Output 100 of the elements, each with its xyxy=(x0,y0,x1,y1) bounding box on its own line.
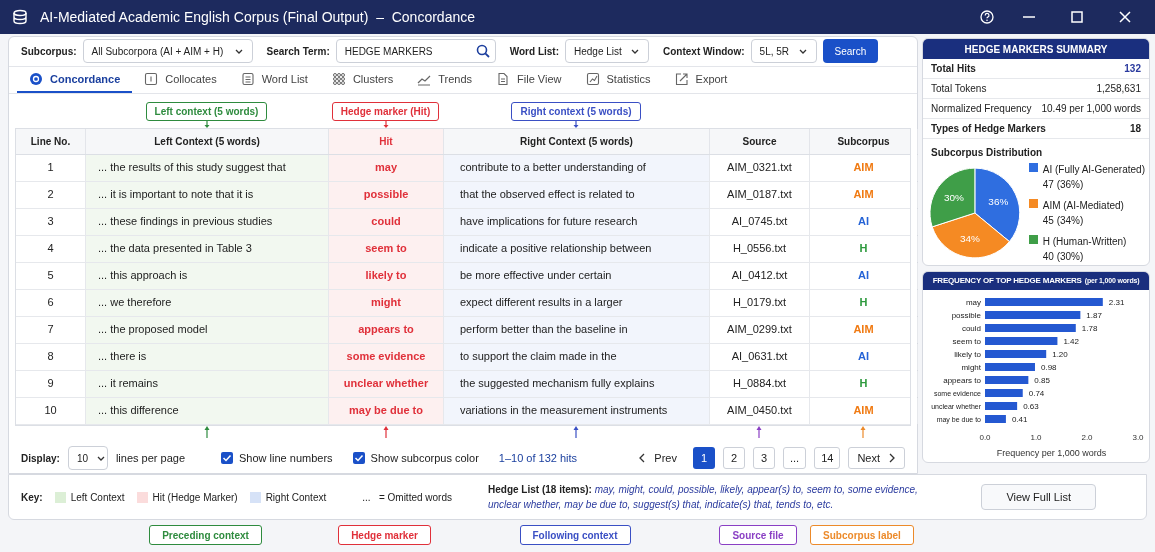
word-list-dropdown[interactable]: Hedge List xyxy=(565,39,649,64)
maximize-icon xyxy=(1070,10,1084,24)
tab[interactable]: Export xyxy=(662,67,740,93)
table-cell: may xyxy=(329,154,444,181)
table-cell: AIM_0450.txt xyxy=(710,397,810,424)
subcorpus-dropdown[interactable]: All Subcorpora (AI + AIM + H) xyxy=(82,39,253,64)
page-button[interactable]: ... xyxy=(782,447,807,470)
page-button[interactable]: 3 xyxy=(752,447,775,470)
column-header: Subcorpus xyxy=(810,128,918,154)
field-label: Search Term: xyxy=(266,44,330,59)
tab[interactable]: Trends xyxy=(405,67,485,93)
tab[interactable]: Concordance xyxy=(17,67,133,93)
stat-value: 18 xyxy=(1129,122,1141,136)
table-cell: AI_0631.txt xyxy=(710,343,810,370)
table-cell: AI_0412.txt xyxy=(710,262,810,289)
table-cell: AIM_0187.txt xyxy=(710,181,810,208)
leader-arrow xyxy=(572,120,580,128)
table-cell: ... the data presented in Table 3 xyxy=(86,235,329,262)
tab[interactable]: Statistics xyxy=(573,67,663,93)
tab[interactable]: File View xyxy=(484,67,574,93)
checkbox[interactable] xyxy=(352,452,365,465)
tick-label: 3.0 xyxy=(1132,433,1144,442)
checkbox[interactable] xyxy=(221,452,233,465)
table-cell: AIM xyxy=(810,154,918,181)
section-title: Subcorpus Distribution xyxy=(930,146,1044,160)
dropdown-suffix: lines per page xyxy=(115,451,185,467)
tick-label: 1.0 xyxy=(1030,433,1042,442)
key-label: Right Context xyxy=(265,490,327,505)
table-cell: H_0179.txt xyxy=(710,289,810,316)
stat-label: Total Tokens xyxy=(931,82,987,96)
table-cell: possible xyxy=(329,181,444,208)
slice-label: 36% xyxy=(988,196,1009,208)
help-icon xyxy=(980,10,994,24)
chart-box-icon xyxy=(585,71,600,86)
page-button[interactable]: 1 xyxy=(692,447,715,470)
axis-title: Frequency per 1,000 words xyxy=(996,448,1107,458)
leader-arrow xyxy=(755,425,763,438)
value-label: 0.63 xyxy=(1023,402,1039,411)
tab[interactable]: Clusters xyxy=(319,67,406,93)
database-icon xyxy=(12,9,28,25)
table-cell: H xyxy=(810,235,918,262)
tick-label: 0.0 xyxy=(979,433,991,442)
checkbox-option[interactable]: Show subcorpus color xyxy=(352,450,479,467)
callout-label: Subcorpus label xyxy=(810,525,914,545)
window-title: AI-Mediated Academic English Corpus (Final Output) – Concordance xyxy=(40,7,475,27)
category-label: appears to xyxy=(943,376,981,385)
table-cell: H xyxy=(810,370,918,397)
page-button[interactable]: 2 xyxy=(722,447,745,470)
stat-value: 1,258,631 xyxy=(1096,82,1141,96)
search-button[interactable]: Search xyxy=(822,39,879,64)
value-label: 1.20 xyxy=(1052,350,1068,359)
field-label: Word List: xyxy=(509,44,559,59)
page-button[interactable]: 14 xyxy=(814,447,841,470)
prev-button[interactable]: Prev xyxy=(630,447,685,470)
hits-count: 1–10 of 132 hits xyxy=(498,451,578,467)
legend-label: H (Human-Written) xyxy=(1042,235,1127,249)
column-header: Line No. xyxy=(16,128,86,154)
search-field[interactable]: HEDGE MARKERS xyxy=(335,39,496,64)
table-cell: AI xyxy=(810,208,918,235)
stat-label: Normalized Frequency xyxy=(931,102,1032,116)
table-cell: AI xyxy=(810,262,918,289)
value-label: 0.41 xyxy=(1011,415,1028,424)
table-cell: H_0884.txt xyxy=(710,370,810,397)
checkmark-icon xyxy=(353,453,364,464)
tab[interactable]: Collocates xyxy=(132,67,229,93)
minimize-icon xyxy=(1023,16,1035,18)
column-header: Hit xyxy=(329,128,444,154)
callout-label: Left context (5 words) xyxy=(145,101,268,121)
table-cell: AI xyxy=(810,343,918,370)
next-button[interactable]: Next xyxy=(848,447,905,470)
category-label: possible xyxy=(951,311,981,320)
callout-label: Right context (5 words) xyxy=(511,101,641,121)
category-label: seem to xyxy=(952,337,981,346)
export-icon xyxy=(674,71,689,86)
view-full-list-button[interactable]: View Full List xyxy=(981,484,1096,510)
table-cell: AI_0745.txt xyxy=(710,208,810,235)
field-label: Context Window: xyxy=(663,44,745,59)
value-label: 2.31 xyxy=(1108,298,1125,307)
table-cell: indicate a positive relationship between xyxy=(444,235,710,262)
table-cell: to support the claim made in the xyxy=(444,343,710,370)
dot-grid-icon xyxy=(331,71,346,86)
key-label: Left Context xyxy=(70,490,125,505)
table-cell: might xyxy=(329,289,444,316)
search-icon xyxy=(475,44,490,59)
table-cell: some evidence xyxy=(329,343,444,370)
tab[interactable]: Word List xyxy=(228,67,320,93)
value-label: 0.85 xyxy=(1034,376,1050,385)
table-cell: variations in the measurement instruments xyxy=(444,397,710,424)
table-cell: that the observed effect is related to xyxy=(444,181,710,208)
legend-label: AI (Fully AI-Generated) xyxy=(1042,163,1145,177)
stat-label: Types of Hedge Markers xyxy=(931,122,1046,136)
checkbox-option[interactable]: Show line numbers xyxy=(221,450,333,467)
value-label: 0.98 xyxy=(1041,363,1057,372)
table-cell: AIM_0321.txt xyxy=(710,154,810,181)
context-window-dropdown[interactable]: 5L, 5R xyxy=(750,39,817,64)
bar xyxy=(985,350,1047,358)
table-cell: AIM_0299.txt xyxy=(710,316,810,343)
field-label: Display: xyxy=(21,451,60,466)
lines-per-page-dropdown[interactable]: 10 xyxy=(67,446,108,471)
bar xyxy=(985,402,1018,410)
